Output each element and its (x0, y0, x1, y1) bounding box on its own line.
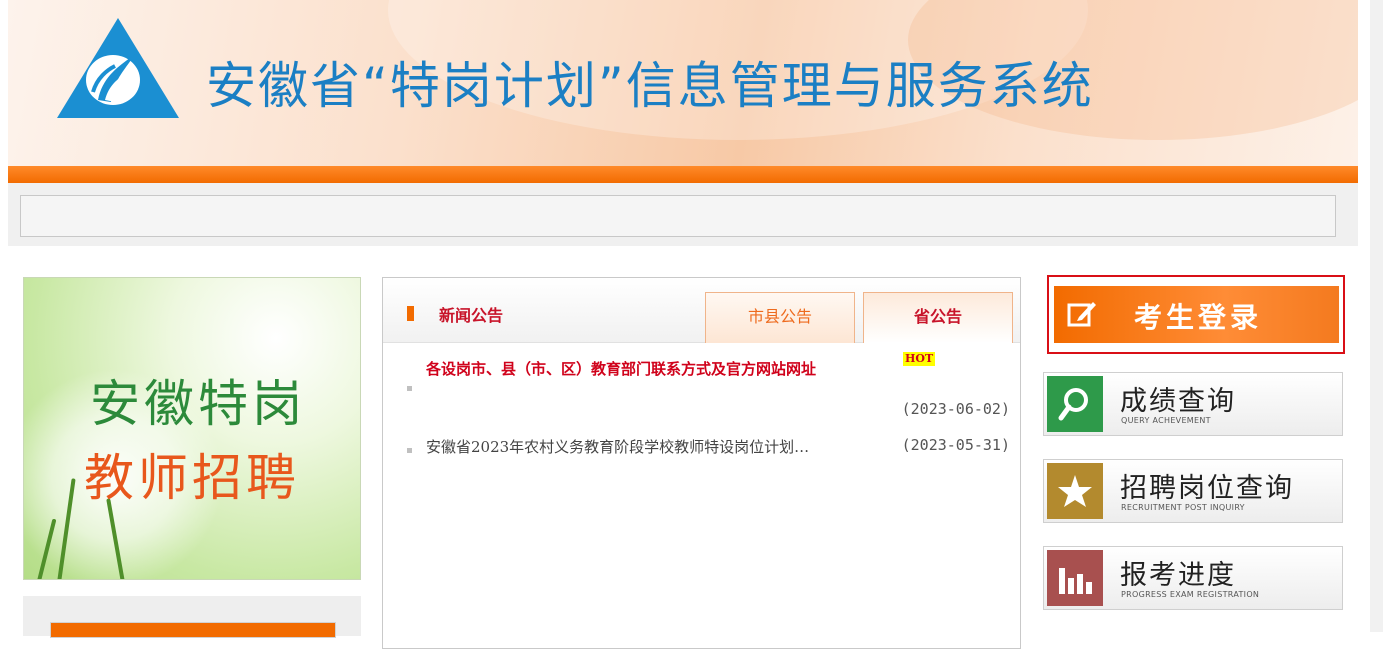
left-secondary-bar[interactable] (50, 622, 336, 638)
candidate-login-button[interactable]: 考生登录 (1054, 286, 1339, 343)
edit-icon (1067, 302, 1096, 327)
news-date: (2023-05-31) (901, 436, 1010, 454)
star-icon (1047, 463, 1103, 519)
button-label: 招聘岗位查询 (1120, 473, 1294, 504)
scrollbar[interactable] (1370, 0, 1383, 632)
news-title-link[interactable]: 安徽省2023年农村义务教育阶段学校教师特设岗位计划… (426, 436, 809, 457)
bullet-icon (407, 386, 412, 391)
news-date: (2023-06-02) (901, 400, 1010, 418)
login-label: 考生登录 (1134, 301, 1263, 334)
button-sublabel: RECRUITMENT POST INQUIRY (1121, 503, 1245, 512)
bar-chart-icon (1047, 550, 1103, 606)
job-post-query-button[interactable]: 招聘岗位查询 RECRUITMENT POST INQUIRY (1043, 459, 1343, 523)
nav-bar (20, 195, 1336, 237)
button-label: 成绩查询 (1120, 386, 1236, 417)
exam-progress-button[interactable]: 报考进度 PROGRESS EXAM REGISTRATION (1043, 546, 1343, 610)
left-secondary-box (23, 596, 361, 638)
news-header: 新闻公告 市县公告 省公告 (383, 278, 1020, 343)
promo-line1: 安徽特岗 (90, 375, 306, 433)
header-divider (8, 166, 1358, 183)
section-marker (407, 306, 414, 321)
button-label: 报考进度 (1120, 560, 1236, 591)
bullet-icon (407, 448, 412, 453)
promo-line2: 教师招聘 (84, 449, 300, 507)
header-banner: 安徽省“特岗计划”信息管理与服务系统 (8, 0, 1358, 166)
score-query-button[interactable]: 成绩查询 QUERY ACHEVEMENT (1043, 372, 1343, 436)
news-section-label: 新闻公告 (439, 306, 504, 325)
tab-province[interactable]: 省公告 (863, 292, 1013, 343)
tab-city-county[interactable]: 市县公告 (705, 292, 855, 343)
site-title: 安徽省“特岗计划”信息管理与服务系统 (206, 57, 1094, 115)
news-panel: 新闻公告 市县公告 省公告 各设岗市、县（市、区）教育部门联系方式及官方网站网址… (382, 277, 1021, 649)
button-sublabel: QUERY ACHEVEMENT (1121, 416, 1211, 425)
hot-badge: HOT (903, 352, 936, 366)
search-icon (1047, 376, 1103, 432)
logo-icon (57, 18, 179, 118)
login-highlight: 考生登录 (1047, 275, 1345, 354)
news-title-link[interactable]: 各设岗市、县（市、区）教育部门联系方式及官方网站网址 (426, 358, 816, 379)
button-sublabel: PROGRESS EXAM REGISTRATION (1121, 590, 1260, 599)
promo-banner[interactable]: 安徽特岗 教师招聘 (23, 277, 361, 580)
